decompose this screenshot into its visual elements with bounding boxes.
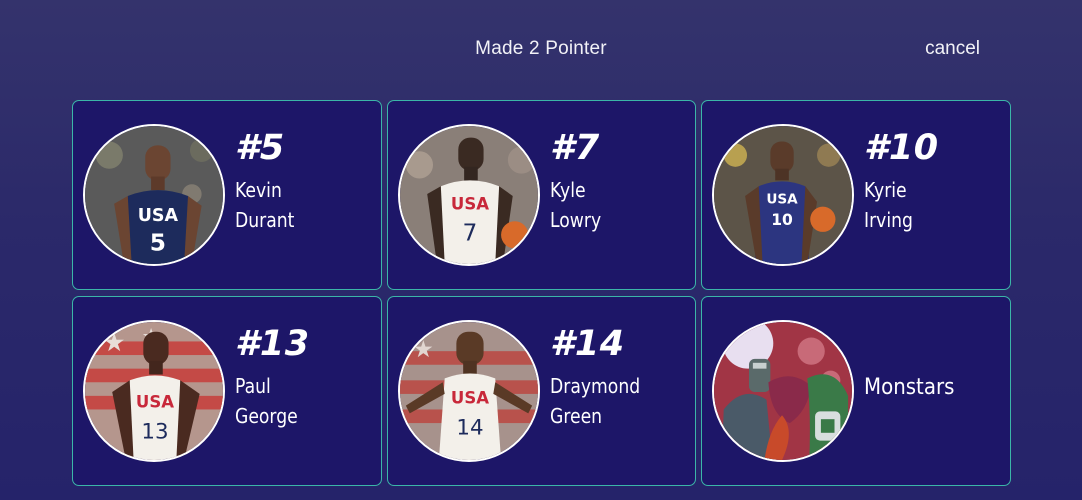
header-bar: Made 2 Pointer cancel xyxy=(0,0,1082,100)
player-info: #14 Draymond Green xyxy=(550,323,655,431)
svg-text:13: 13 xyxy=(141,420,168,445)
player-number: #7 xyxy=(550,128,600,168)
svg-text:5: 5 xyxy=(150,229,166,256)
svg-text:7: 7 xyxy=(463,220,478,247)
svg-text:USA: USA xyxy=(451,389,489,408)
svg-text:10: 10 xyxy=(771,211,793,229)
svg-text:USA: USA xyxy=(766,192,798,208)
player-photo: USA 5 xyxy=(83,124,225,266)
player-photo: USA 10 xyxy=(712,124,854,266)
svg-text:★: ★ xyxy=(103,329,126,357)
team-name: Monstars xyxy=(864,375,955,400)
player-card-draymond-green[interactable]: ★ USA 14 #14 Draymond Green xyxy=(387,296,696,486)
player-last-name: George xyxy=(235,404,298,428)
player-photo: ★ ★ USA 13 xyxy=(83,320,225,462)
player-last-name: Irving xyxy=(864,208,913,232)
team-photo xyxy=(712,320,854,462)
player-first-name: Kevin xyxy=(235,178,282,202)
player-photo: ★ USA 14 xyxy=(398,320,540,462)
svg-text:USA: USA xyxy=(138,206,179,226)
player-first-name: Kyrie xyxy=(864,178,907,202)
player-info: #13 Paul George xyxy=(235,323,310,431)
player-info: #5 Kevin Durant xyxy=(235,127,304,235)
player-photo: USA 7 xyxy=(398,124,540,266)
player-number: #13 xyxy=(235,324,310,364)
player-first-name: Draymond xyxy=(550,374,641,398)
svg-text:14: 14 xyxy=(456,416,483,441)
player-card-kyle-lowry[interactable]: USA 7 #7 Kyle Lowry xyxy=(387,100,696,290)
team-card-monstars[interactable]: Monstars xyxy=(701,296,1011,486)
player-grid: USA 5 #5 Kevin Durant USA 7 #7 Kyle Lowr… xyxy=(72,100,1011,486)
player-info: #7 Kyle Lowry xyxy=(550,127,609,235)
player-info: #10 Kyrie Irving xyxy=(864,127,939,235)
player-first-name: Paul xyxy=(235,374,271,398)
svg-text:★: ★ xyxy=(413,336,434,362)
player-number: #10 xyxy=(864,128,939,168)
player-first-name: Kyle xyxy=(550,178,586,202)
page-title: Made 2 Pointer xyxy=(475,38,607,59)
player-card-paul-george[interactable]: ★ ★ USA 13 #13 Paul George xyxy=(72,296,382,486)
player-number: #5 xyxy=(235,128,285,168)
player-last-name: Green xyxy=(550,404,603,428)
svg-text:USA: USA xyxy=(136,393,174,412)
player-last-name: Durant xyxy=(235,208,295,232)
player-last-name: Lowry xyxy=(550,208,602,232)
player-number: #14 xyxy=(550,324,625,364)
cancel-button[interactable]: cancel xyxy=(925,38,980,60)
player-card-kevin-durant[interactable]: USA 5 #5 Kevin Durant xyxy=(72,100,382,290)
player-card-kyrie-irving[interactable]: USA 10 #10 Kyrie Irving xyxy=(701,100,1011,290)
svg-text:USA: USA xyxy=(451,195,489,214)
